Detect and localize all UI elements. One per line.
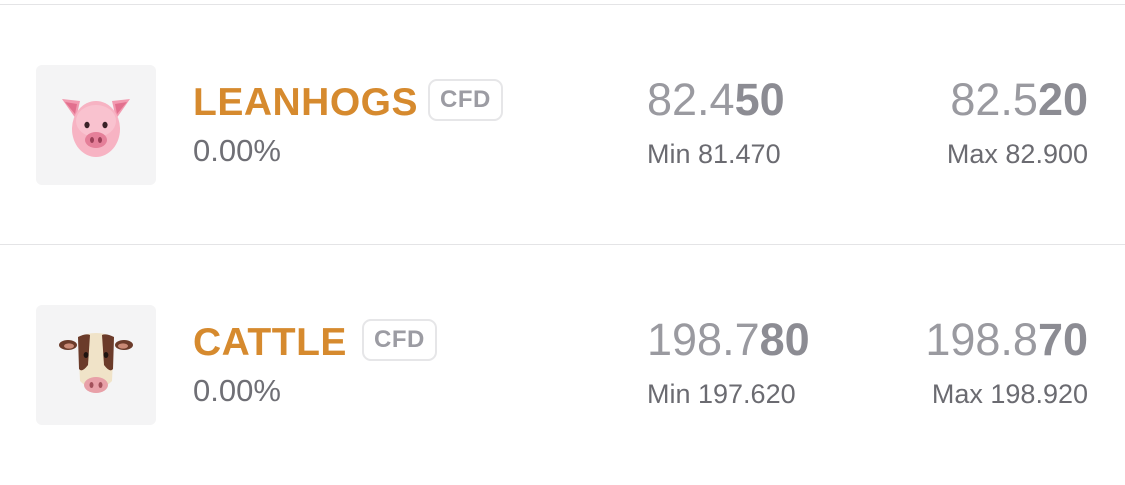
bid-price-main: 82.4 bbox=[647, 74, 735, 125]
ask-price-main: 198.8 bbox=[925, 314, 1038, 365]
cow-face-icon bbox=[59, 333, 133, 393]
ask-price-pips: 70 bbox=[1037, 314, 1088, 365]
instrument-name: CATTLE bbox=[193, 321, 347, 364]
bid-price[interactable]: 82.450 bbox=[647, 77, 785, 122]
daily-change: 0.00% bbox=[193, 133, 281, 168]
instrument-icon-box bbox=[36, 305, 156, 425]
min-value: Min 81.470 bbox=[647, 139, 781, 169]
ask-price-main: 82.5 bbox=[950, 74, 1038, 125]
min-value: Min 197.620 bbox=[647, 379, 796, 409]
cfd-badge: CFD bbox=[428, 79, 503, 121]
daily-change: 0.00% bbox=[193, 373, 281, 408]
ask-price[interactable]: 82.520 bbox=[950, 77, 1088, 122]
bid-price-pips: 80 bbox=[759, 314, 810, 365]
max-value: Max 198.920 bbox=[931, 379, 1088, 409]
instrument-name: LEANHOGS bbox=[193, 81, 419, 124]
ask-price-pips: 20 bbox=[1037, 74, 1088, 125]
bid-price-main: 198.7 bbox=[647, 314, 760, 365]
bid-price[interactable]: 198.780 bbox=[647, 317, 810, 362]
instrument-icon-box bbox=[36, 65, 156, 185]
max-value: Max 82.900 bbox=[946, 139, 1088, 169]
bid-price-pips: 50 bbox=[734, 74, 785, 125]
cfd-badge: CFD bbox=[362, 319, 437, 361]
instrument-row-leanhogs[interactable]: LEANHOGS CFD 0.00% 82.450 82.520 Min 81.… bbox=[0, 5, 1125, 245]
instrument-row-cattle[interactable]: CATTLE CFD 0.00% 198.780 198.870 Min 197… bbox=[0, 245, 1125, 485]
ask-price[interactable]: 198.870 bbox=[925, 317, 1088, 362]
pig-face-icon bbox=[62, 99, 130, 157]
